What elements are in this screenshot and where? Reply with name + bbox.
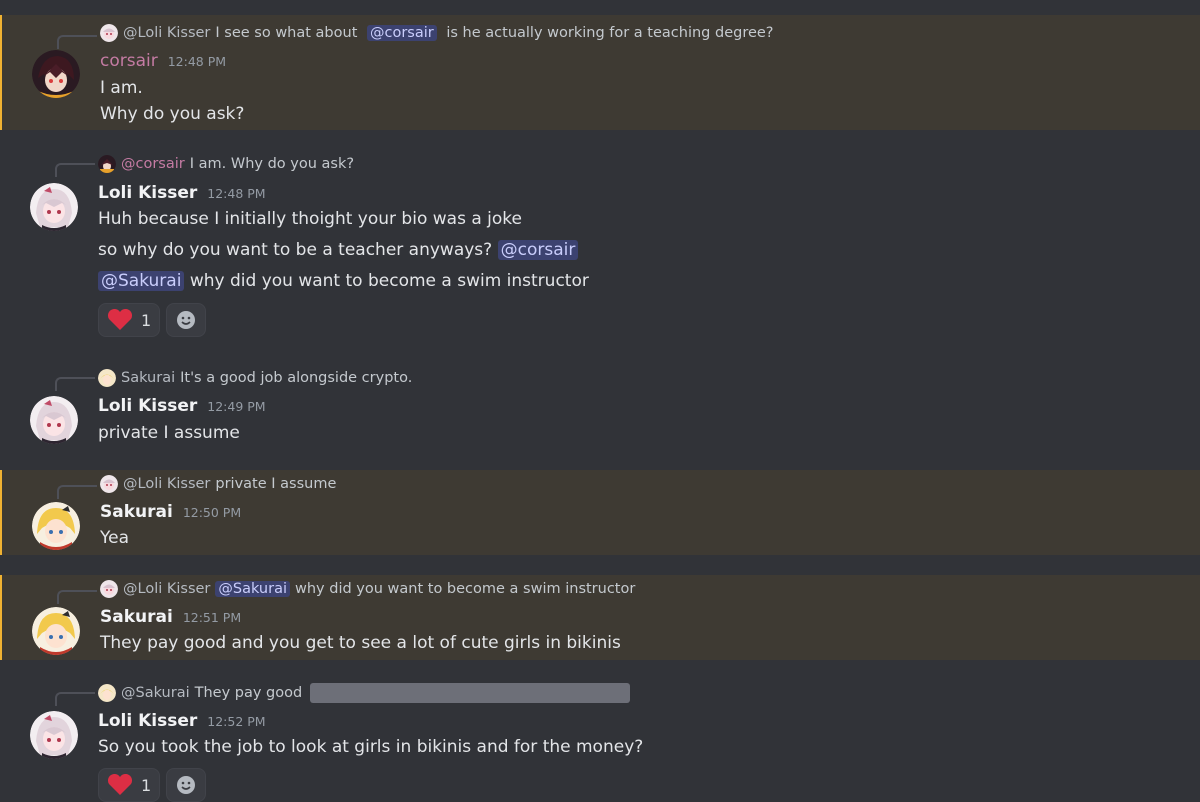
reaction-count: 1 — [141, 310, 152, 330]
loli-kisser-avatar[interactable] — [30, 183, 78, 231]
mention-corsair[interactable]: @corsair — [497, 240, 579, 260]
timestamp: 12:48 PM — [167, 54, 227, 69]
spoiler-block[interactable] — [310, 683, 631, 703]
sakurai-mini-avatar — [98, 369, 116, 387]
corsair-mini-avatar — [98, 155, 116, 173]
author-name[interactable]: Loli Kisser 12:49 PM — [98, 396, 266, 416]
sakurai-avatar[interactable] — [32, 502, 80, 550]
reply-connector — [55, 377, 95, 391]
message-text: so why do you want to be a teacher anywa… — [98, 240, 498, 260]
smiley-icon — [177, 311, 195, 329]
reply-text: private I assume — [215, 476, 337, 492]
reply-connector — [57, 485, 97, 499]
reply-author[interactable]: Sakurai — [121, 370, 175, 386]
timestamp: 12:50 PM — [182, 505, 242, 520]
message-loli-kisser-2[interactable]: Sakurai It's a good job alongside crypto… — [0, 360, 1200, 460]
message-line: so why do you want to be a teacher anywa… — [98, 240, 579, 260]
timestamp: 12:48 PM — [207, 186, 266, 201]
author-name[interactable]: Loli Kisser 12:48 PM — [98, 183, 266, 203]
message-loli-kisser-1[interactable]: @corsair I am. Why do you ask? Loli Kiss… — [0, 145, 1200, 345]
reply-text-tail: is he actually working for a teaching de… — [441, 25, 774, 41]
reply-preview[interactable]: @Sakurai They pay good — [98, 683, 631, 703]
sakurai-mini-avatar — [98, 684, 116, 702]
mention-sakurai[interactable]: @Sakurai — [98, 271, 185, 291]
message-sakurai-2[interactable]: @Loli Kisser @Sakurai why did you want t… — [0, 575, 1200, 660]
reply-text: I am. Why do you ask? — [189, 156, 355, 172]
message-line: private I assume — [98, 423, 240, 443]
reply-text: It's a good job alongside crypto. — [180, 370, 413, 386]
reply-author[interactable]: @Sakurai — [121, 685, 190, 701]
reply-author[interactable]: @corsair — [121, 156, 185, 172]
message-line: They pay good and you get to see a lot o… — [100, 633, 621, 653]
loli-kisser-mini-avatar — [100, 475, 118, 493]
timestamp: 12:51 PM — [182, 610, 242, 625]
corsair-avatar[interactable] — [32, 50, 80, 98]
reaction-count: 1 — [141, 775, 152, 795]
author-name[interactable]: corsair 12:48 PM — [100, 51, 226, 71]
mention-sakurai[interactable]: @Sakurai — [215, 581, 290, 597]
reply-text: why did you want to become a swim instru… — [295, 581, 636, 597]
message-line: Yea — [100, 528, 130, 548]
reply-text: I see so what about — [215, 25, 362, 41]
reply-preview[interactable]: @Loli Kisser private I assume — [100, 474, 336, 494]
author-label[interactable]: Sakurai — [100, 502, 173, 522]
reply-preview[interactable]: @corsair I am. Why do you ask? — [98, 154, 354, 174]
message-sakurai-1[interactable]: @Loli Kisser private I assume Sakurai 12:… — [0, 470, 1200, 555]
reply-connector — [55, 692, 95, 706]
timestamp: 12:52 PM — [207, 714, 266, 729]
author-label[interactable]: Loli Kisser — [98, 711, 197, 731]
message-text: why did you want to become a swim instru… — [189, 271, 589, 291]
message-line: Huh because I initially thoight your bio… — [98, 209, 522, 229]
loli-kisser-mini-avatar — [100, 580, 118, 598]
message-line: @Sakurai why did you want to become a sw… — [98, 271, 589, 291]
mention-corsair[interactable]: @corsair — [367, 25, 437, 41]
reply-author[interactable]: @Loli Kisser — [123, 581, 210, 597]
reply-connector — [57, 590, 97, 604]
heart-reaction[interactable]: 1 — [98, 303, 160, 337]
message-corsair-1[interactable]: @Loli Kisser I see so what about @corsai… — [0, 15, 1200, 130]
sakurai-avatar[interactable] — [32, 607, 80, 655]
author-name[interactable]: Sakurai 12:50 PM — [100, 502, 241, 522]
add-reaction-button[interactable] — [166, 303, 206, 337]
add-reaction-button[interactable] — [166, 768, 206, 802]
reply-connector — [55, 163, 95, 177]
loli-kisser-mini-avatar — [100, 24, 118, 42]
heart-icon — [107, 774, 133, 795]
heart-icon — [107, 309, 133, 330]
loli-kisser-avatar[interactable] — [30, 396, 78, 444]
message-line: I am. — [100, 78, 143, 98]
author-label[interactable]: Sakurai — [100, 607, 173, 627]
loli-kisser-avatar[interactable] — [30, 711, 78, 759]
author-name[interactable]: Sakurai 12:51 PM — [100, 607, 241, 627]
reply-text: They pay good — [194, 685, 303, 701]
reply-connector — [57, 35, 97, 49]
author-label[interactable]: Loli Kisser — [98, 183, 197, 203]
author-label[interactable]: corsair — [100, 51, 158, 71]
timestamp: 12:49 PM — [207, 399, 266, 414]
message-line: Why do you ask? — [100, 104, 245, 124]
message-loli-kisser-3[interactable]: @Sakurai They pay good Loli Kisser 12:52 … — [0, 675, 1200, 802]
reply-preview[interactable]: @Loli Kisser I see so what about @corsai… — [100, 23, 774, 43]
author-name[interactable]: Loli Kisser 12:52 PM — [98, 711, 266, 731]
smiley-icon — [177, 776, 195, 794]
reply-preview[interactable]: @Loli Kisser @Sakurai why did you want t… — [100, 579, 635, 599]
message-line: So you took the job to look at girls in … — [98, 737, 644, 757]
author-label[interactable]: Loli Kisser — [98, 396, 197, 416]
reply-author[interactable]: @Loli Kisser — [123, 25, 210, 41]
reply-preview[interactable]: Sakurai It's a good job alongside crypto… — [98, 368, 412, 388]
reply-author[interactable]: @Loli Kisser — [123, 476, 210, 492]
heart-reaction[interactable]: 1 — [98, 768, 160, 802]
